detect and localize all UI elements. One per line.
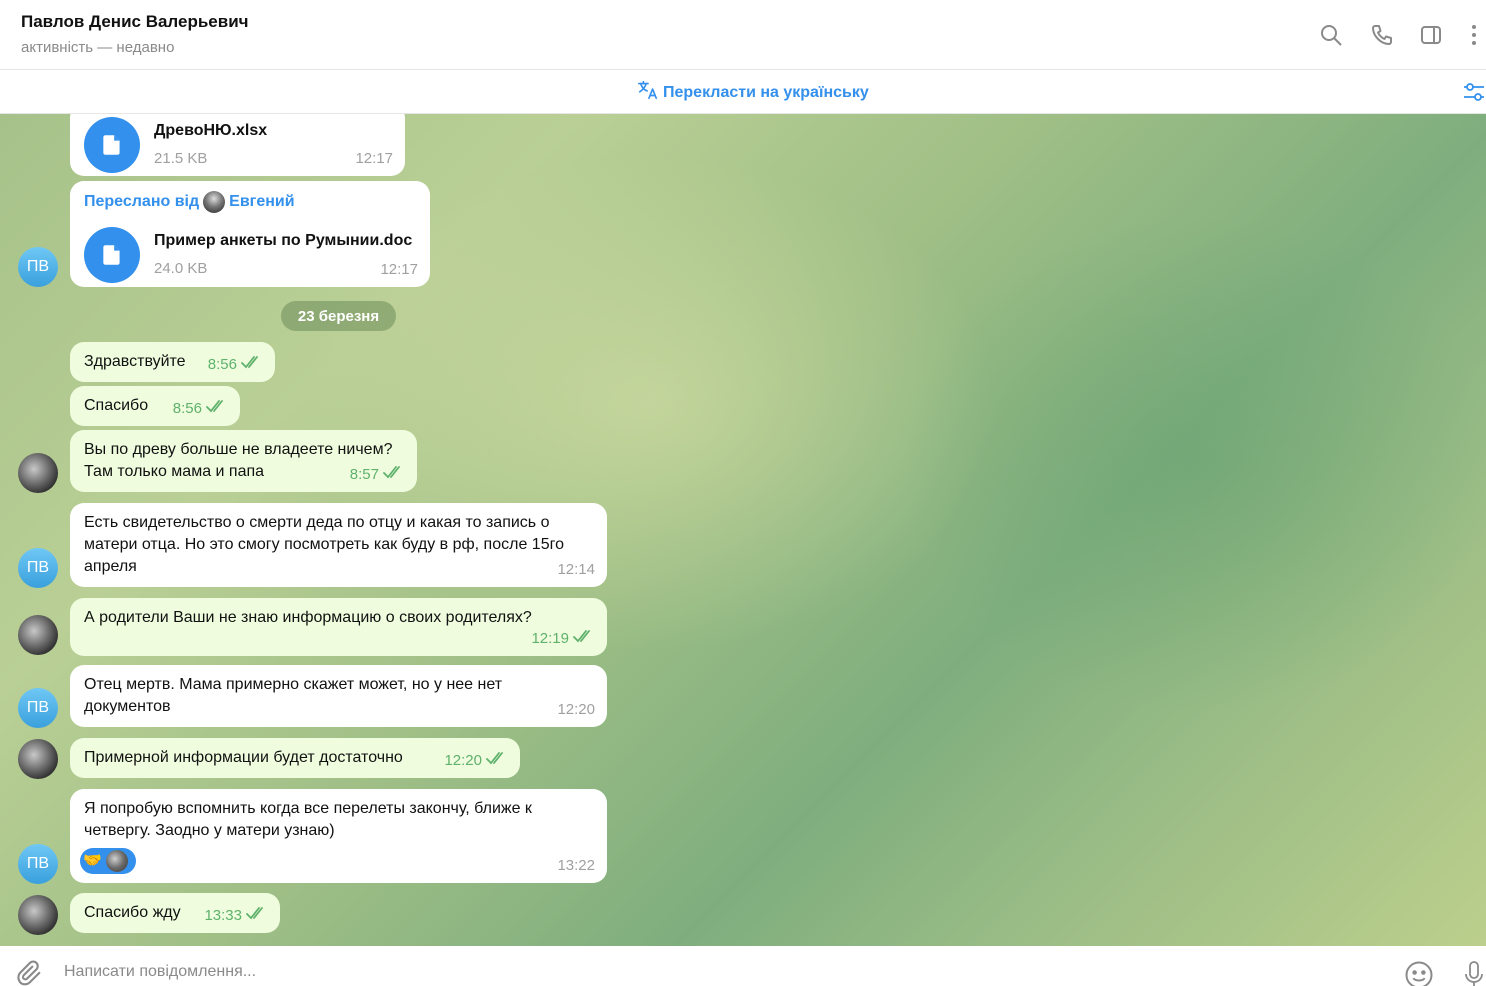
phone-icon[interactable] [1369,22,1395,48]
message-text-line: апреля [84,558,137,575]
forwarded-avatar [203,191,226,213]
message-bubble[interactable]: Примерной информации будет достаточно 12… [70,738,520,778]
message-meta: 12:17 [380,259,418,281]
message-meta: 8:56 [173,398,228,420]
file-size: 24.0 KB [154,260,208,277]
message-bubble[interactable]: Вы по древу больше не владеете ничем? Та… [70,430,417,492]
reaction-chip[interactable]: 🤝 [80,848,136,874]
translate-label: Перекласти на українську [663,83,869,101]
double-check-icon [486,750,508,772]
message-meta: 8:56 [208,354,263,376]
message-bubble[interactable]: Здравствуйте 8:56 [70,342,275,382]
message-bubble[interactable]: Спасибо 8:56 [70,386,240,426]
chat-header: Павлов Денис Валерьевич активність — нед… [0,0,1486,70]
message-meta: 12:20 [444,750,508,772]
avatar[interactable] [18,895,58,935]
message-time: 8:57 [349,466,379,483]
translate-icon [637,79,659,106]
paperclip-icon[interactable] [16,960,44,986]
message-bubble[interactable]: Есть свидетельство о смерти деда по отцу… [70,503,607,587]
translate-settings-icon[interactable] [1462,80,1486,104]
translate-bar: Перекласти на українську [0,70,1486,114]
emoji-icon[interactable] [1404,960,1434,986]
message-text-line: Вы по древу больше не владеете ничем? [84,441,393,458]
file-message[interactable]: ДревоНЮ.xlsx 21.5 KB 12:17 [70,114,405,176]
message-time: 12:20 [444,752,482,769]
message-time: 12:14 [557,561,595,578]
contact-name[interactable]: Павлов Денис Валерьевич [21,12,249,32]
message-time: 13:33 [204,907,242,924]
avatar[interactable]: ПВ [18,688,58,728]
avatar[interactable] [18,453,58,493]
message-input[interactable] [64,963,1364,981]
avatar[interactable] [18,615,58,655]
message-text: А родители Ваши не знаю информацию о сво… [84,609,532,626]
file-icon[interactable] [84,227,140,283]
message-text-line: Отец мертв. Мама примерно скажет может, … [84,676,503,693]
microphone-icon[interactable] [1462,960,1486,986]
message-composer [0,946,1486,986]
contact-status: активність — недавно [21,39,175,56]
double-check-icon [206,398,228,420]
avatar[interactable]: ПВ [18,844,58,884]
file-size: 21.5 KB [154,150,208,167]
forwarded-file-message[interactable]: Переслано від Евгений Пример анкеты по Р… [70,181,430,287]
message-bubble[interactable]: Спасибо жду 13:33 [70,893,280,933]
message-meta: 12:20 [557,699,595,721]
reaction-avatar [105,850,128,872]
avatar[interactable]: ПВ [18,548,58,588]
translate-button[interactable]: Перекласти на українську [637,79,869,106]
message-meta: 12:14 [557,559,595,581]
double-check-icon [383,464,405,486]
search-icon[interactable] [1318,22,1344,48]
message-time: 8:56 [172,400,202,417]
message-meta: 13:22 [557,855,595,877]
message-time: 8:56 [207,356,237,373]
message-time: 12:20 [557,701,595,718]
sidebar-toggle-icon[interactable] [1418,22,1444,48]
message-text-line: Я попробую вспомнить когда все перелеты … [84,800,532,817]
message-text-line: Есть свидетельство о смерти деда по отцу… [84,514,550,531]
message-meta: 12:17 [355,148,393,170]
background-shade [900,214,1486,714]
double-check-icon [573,628,595,650]
message-time: 12:17 [380,261,418,278]
chat-area[interactable]: ДревоНЮ.xlsx 21.5 KB 12:17 Переслано від… [0,114,1486,946]
forwarded-header[interactable]: Переслано від Евгений [84,181,416,213]
message-text-line: четвергу. Заодно у матери узнаю) [84,822,335,839]
double-check-icon [241,354,263,376]
double-check-icon [246,905,268,927]
handshake-emoji: 🤝 [83,852,102,869]
message-meta: 8:57 [350,464,405,486]
avatar[interactable] [18,739,58,779]
message-text-line: матери отца. Но это смогу посмотреть как… [84,536,564,553]
message-bubble[interactable]: Отец мертв. Мама примерно скажет может, … [70,665,607,727]
message-time: 13:22 [557,857,595,874]
file-name[interactable]: Пример анкеты по Румынии.doc [154,230,412,252]
more-vertical-icon[interactable] [1462,22,1486,48]
file-name[interactable]: ДревоНЮ.xlsx [154,120,267,142]
forwarded-from[interactable]: Евгений [229,191,294,213]
message-time: 12:19 [531,630,569,647]
message-text-line: документов [84,698,171,715]
file-icon[interactable] [84,117,140,173]
message-meta: 12:19 [531,628,595,650]
forwarded-prefix: Переслано від [84,193,200,210]
message-meta: 13:33 [204,905,268,927]
message-bubble[interactable]: А родители Ваши не знаю информацию о сво… [70,598,607,656]
date-separator: 23 березня [281,301,396,331]
avatar[interactable]: ПВ [18,247,58,287]
message-time: 12:17 [355,150,393,167]
message-bubble[interactable]: Я попробую вспомнить когда все перелеты … [70,789,607,883]
message-text: Примерной информации будет достаточно [84,749,403,766]
